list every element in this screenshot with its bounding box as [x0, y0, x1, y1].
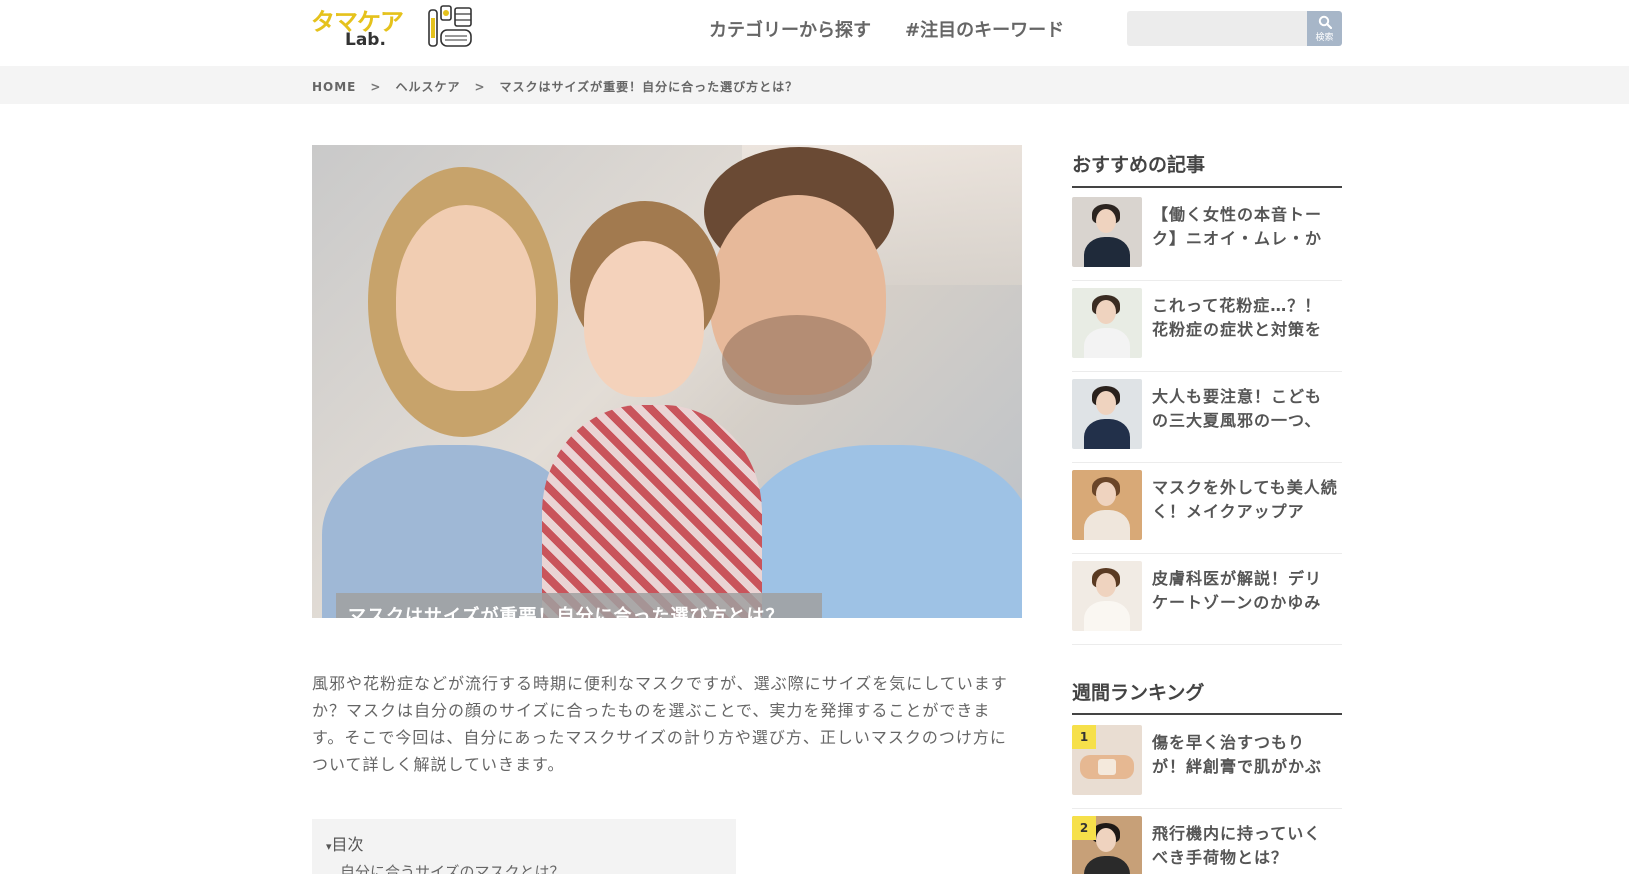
ranking-item[interactable]: 1 傷を早く治すつもりが！絆創膏で肌がかぶ [1072, 718, 1342, 809]
table-of-contents: ▾目次 自分に合うサイズのマスクとは？ [312, 819, 736, 874]
recommended-item-title: 【働く女性の本音トーク】ニオイ・ムレ・か [1152, 205, 1323, 248]
search-button-label: 検索 [1315, 32, 1334, 43]
breadcrumb-separator: > [370, 79, 382, 94]
breadcrumb: HOME > ヘルスケア > マスクはサイズが重要！自分に合った選び方とは？ [312, 78, 798, 95]
recommended-item-title: 大人も要注意！こどもの三大夏風邪の一つ、 [1152, 387, 1323, 430]
toc-toggle[interactable]: ▾目次 [326, 831, 364, 855]
rank-badge: 1 [1072, 725, 1096, 749]
article-thumbnail [1072, 561, 1142, 631]
article-thumbnail [1072, 288, 1142, 358]
search-button[interactable]: 検索 [1307, 11, 1342, 46]
logo-text-bottom: Lab. [345, 30, 386, 50]
rank-badge: 2 [1072, 816, 1096, 840]
recommended-item-title: これって花粉症…？！花粉症の症状と対策を [1152, 296, 1323, 339]
article-thumbnail [1072, 379, 1142, 449]
recommended-item[interactable]: 皮膚科医が解説！デリケートゾーンのかゆみ [1072, 554, 1342, 645]
breadcrumb-category[interactable]: ヘルスケア [395, 78, 460, 95]
site-logo[interactable]: タマケア Lab. [311, 2, 476, 50]
recommended-item[interactable]: 大人も要注意！こどもの三大夏風邪の一つ、 [1072, 372, 1342, 463]
hero-man-beard [722, 315, 872, 405]
search-input[interactable] [1127, 11, 1307, 46]
recommended-item-title: マスクを外しても美人続く！メイクアップア [1152, 478, 1338, 521]
breadcrumb-current: マスクはサイズが重要！自分に合った選び方とは？ [499, 80, 799, 94]
search-icon [1318, 15, 1332, 29]
site-header: タマケア Lab. カテゴリーから探す #注目のキーワード 検索 [0, 0, 1629, 66]
hero-girl-shirt [542, 405, 762, 618]
ranking-divider [1072, 713, 1342, 715]
article-thumbnail [1072, 470, 1142, 540]
breadcrumb-separator: > [474, 79, 486, 94]
recommended-divider [1072, 186, 1342, 188]
hero-girl-face [584, 241, 704, 397]
hero-title-box: マスクはサイズが重要！自分に合った選び方とは？ [336, 593, 822, 618]
recommended-item-title: 皮膚科医が解説！デリケートゾーンのかゆみ [1152, 569, 1323, 612]
logo-illustration-icon [428, 5, 472, 47]
article-title: マスクはサイズが重要！自分に合った選び方とは？ [348, 605, 785, 619]
global-nav: カテゴリーから探す #注目のキーワード [709, 16, 1064, 42]
recommended-item[interactable]: 【働く女性の本音トーク】ニオイ・ムレ・か [1072, 190, 1342, 281]
article-intro: 風邪や花粉症などが流行する時期に便利なマスクですが、選ぶ際にサイズを気にしていま… [312, 674, 1008, 774]
ranking-item-title: 飛行機内に持っていくべき手荷物とは？ [1152, 824, 1322, 867]
ranking-title: 週間ランキング [1072, 682, 1205, 704]
article-hero-image: マスクはサイズが重要！自分に合った選び方とは？ [312, 145, 1022, 618]
recommended-item[interactable]: マスクを外しても美人続く！メイクアップア [1072, 463, 1342, 554]
nav-keyword[interactable]: #注目のキーワード [905, 16, 1064, 42]
toc-item[interactable]: 自分に合うサイズのマスクとは？ [340, 861, 565, 874]
ranking-item[interactable]: 2 飛行機内に持っていくべき手荷物とは？ [1072, 809, 1342, 874]
search-form: 検索 [1127, 11, 1342, 46]
article-thumbnail: 2 [1072, 816, 1142, 874]
hero-woman-face [396, 205, 536, 391]
toc-title: 目次 [331, 835, 364, 854]
breadcrumb-home[interactable]: HOME [312, 80, 356, 94]
article-thumbnail [1072, 197, 1142, 267]
article-thumbnail: 1 [1072, 725, 1142, 795]
breadcrumb-bar: HOME > ヘルスケア > マスクはサイズが重要！自分に合った選び方とは？ [0, 66, 1629, 104]
nav-category[interactable]: カテゴリーから探す [709, 16, 871, 42]
ranking-item-title: 傷を早く治すつもりが！絆創膏で肌がかぶ [1152, 733, 1323, 776]
recommended-title: おすすめの記事 [1072, 154, 1206, 176]
recommended-item[interactable]: これって花粉症…？！花粉症の症状と対策を [1072, 281, 1342, 372]
toc-item-label: 自分に合うサイズのマスクとは？ [340, 863, 565, 874]
